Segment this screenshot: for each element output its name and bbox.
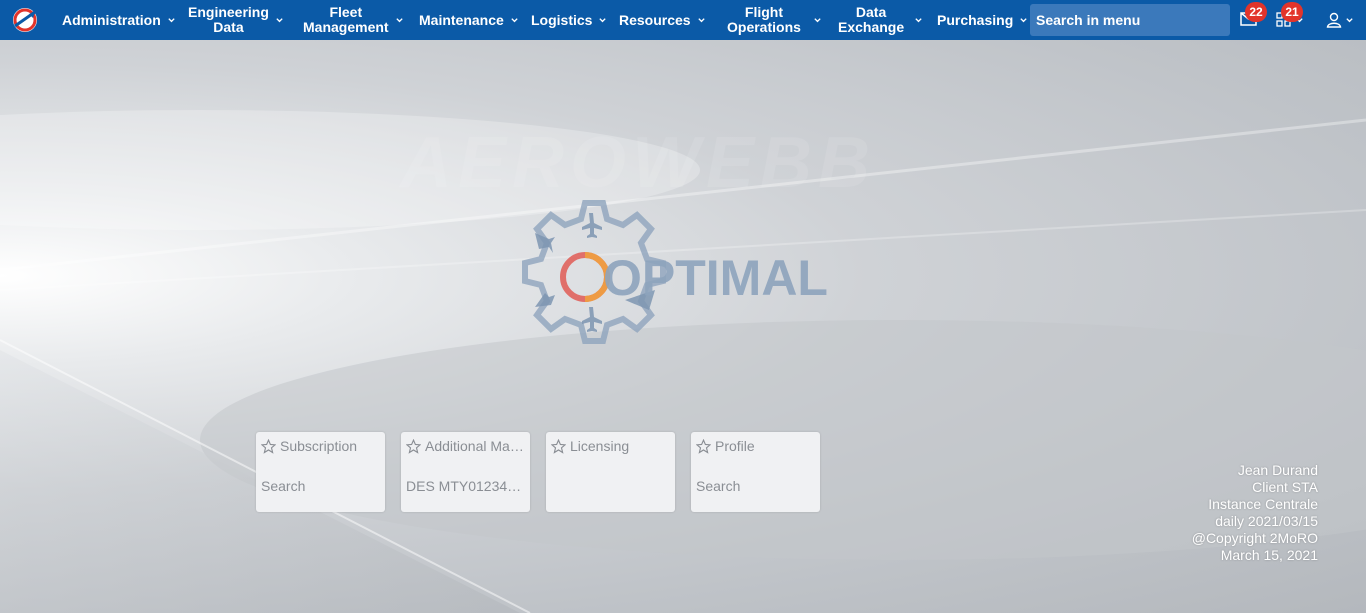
nav-engineering-data[interactable]: Engineering Data <box>188 0 284 40</box>
messages-count-badge: 22 <box>1245 2 1267 22</box>
chevron-down-icon <box>1346 18 1353 23</box>
app-logo-icon[interactable] <box>11 6 39 34</box>
chevron-down-icon <box>276 17 283 22</box>
nav-fleet-management-label: Fleet Management <box>303 4 389 35</box>
user-name: Jean Durand <box>1237 462 1318 478</box>
top-navbar: Administration Engineering Data Fleet Ma… <box>0 0 1366 40</box>
chevron-down-icon <box>814 17 821 22</box>
star-icon[interactable] <box>406 438 421 454</box>
favorite-tile-additional-maintenance[interactable]: Additional Mai… DES MTY012345… <box>401 432 530 512</box>
menu-search-input[interactable] <box>1030 4 1230 36</box>
user-menu-button[interactable] <box>1324 0 1356 40</box>
logo-text: OPTIMAL <box>603 250 828 306</box>
chevron-down-icon <box>915 17 922 22</box>
chevron-down-icon <box>599 17 607 22</box>
nav-logistics-label: Logistics <box>531 11 593 28</box>
star-icon[interactable] <box>261 438 276 454</box>
favorite-tile-profile[interactable]: Profile Search <box>691 432 820 512</box>
chevron-down-icon <box>168 17 175 22</box>
nav-fleet-management[interactable]: Fleet Management <box>303 0 404 40</box>
nav-purchasing[interactable]: Purchasing <box>937 0 1028 40</box>
instance-name: Instance Centrale <box>1208 496 1318 512</box>
current-date: March 15, 2021 <box>1220 547 1318 563</box>
build-version: daily 2021/03/15 <box>1215 513 1318 529</box>
nav-data-exchange-label: Data Exchange <box>838 4 905 35</box>
tasks-count-badge: 21 <box>1281 2 1303 22</box>
nav-maintenance[interactable]: Maintenance <box>419 0 519 40</box>
chevron-down-icon <box>511 17 518 22</box>
nav-resources[interactable]: Resources <box>619 0 706 40</box>
star-icon[interactable] <box>696 438 711 454</box>
nav-administration[interactable]: Administration <box>62 0 176 40</box>
copyright-text: @Copyright 2MoRO <box>1191 530 1318 546</box>
client-name: Client STA <box>1252 479 1318 495</box>
watermark-text: AEROWEBB <box>400 123 876 203</box>
nav-data-exchange[interactable]: Data Exchange <box>838 0 923 40</box>
nav-flight-operations-label: Flight Operations <box>727 4 801 35</box>
chevron-down-icon <box>697 17 705 22</box>
favorite-tile-licensing[interactable]: Licensing <box>546 432 675 512</box>
optimal-logo: OPTIMAL <box>505 195 835 350</box>
tile-subtitle: Search <box>696 478 741 494</box>
tile-subtitle: Search <box>261 478 306 494</box>
favorite-tile-subscription[interactable]: Subscription Search <box>256 432 385 512</box>
user-icon <box>1326 12 1342 28</box>
nav-engineering-data-label: Engineering Data <box>188 4 269 35</box>
tile-title: Subscription <box>280 438 358 454</box>
tile-title: Licensing <box>570 438 630 454</box>
tile-title: Additional Mai… <box>425 438 525 454</box>
tile-subtitle: DES MTY012345… <box>406 478 525 494</box>
nav-resources-label: Resources <box>619 11 691 28</box>
chevron-down-icon <box>1020 17 1027 22</box>
tasks-button[interactable]: 21 <box>1275 0 1309 40</box>
nav-maintenance-label: Maintenance <box>419 11 504 28</box>
nav-purchasing-label: Purchasing <box>937 11 1014 28</box>
nav-flight-operations[interactable]: Flight Operations <box>727 0 822 40</box>
nav-logistics[interactable]: Logistics <box>531 0 607 40</box>
nav-administration-label: Administration <box>62 11 161 28</box>
chevron-down-icon <box>395 17 403 22</box>
star-icon[interactable] <box>551 438 566 454</box>
messages-button[interactable]: 22 <box>1238 0 1268 40</box>
session-info: Jean Durand Client STA Instance Centrale… <box>1192 462 1318 564</box>
tile-title: Profile <box>715 438 755 454</box>
